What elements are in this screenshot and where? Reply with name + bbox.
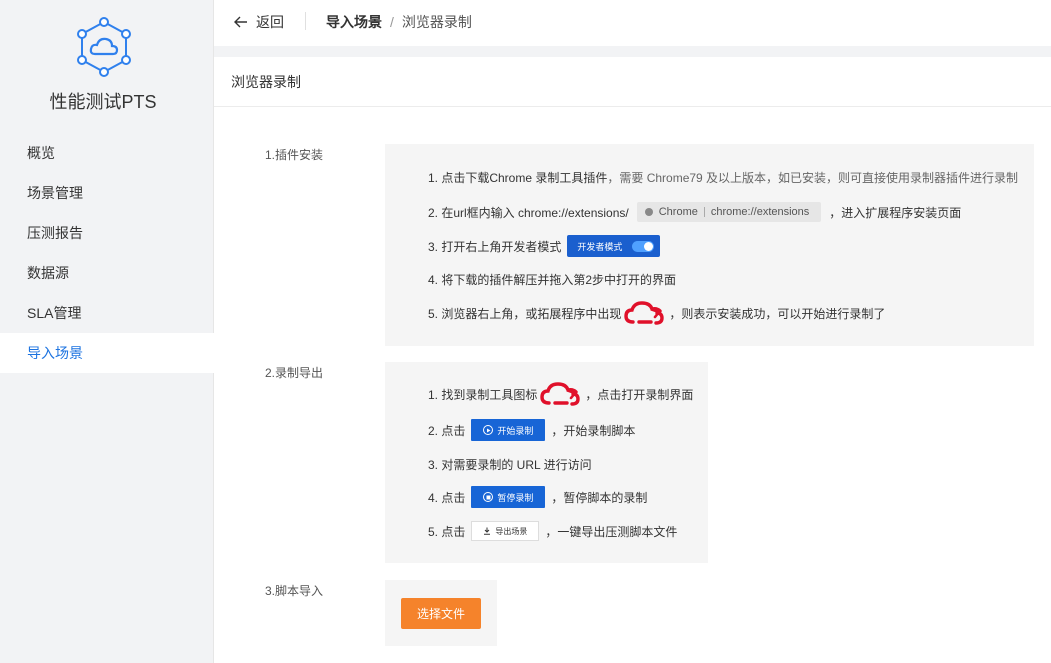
back-button[interactable]: 返回 [234, 12, 284, 32]
install-step-1: 1. 点击下载Chrome 录制工具插件 ，需要 Chrome79 及以上版本，… [428, 168, 1018, 186]
record-step-1: 1. 找到录制工具图标 ，点击打开录制界面 [428, 381, 693, 407]
chip-divider [703, 207, 705, 217]
chrome-icon [644, 208, 653, 216]
record-step-4: 4. 点击 暂停录制 ，暂停脚本的录制 [428, 485, 647, 509]
breadcrumb-import-scene[interactable]: 导入场景 [326, 12, 382, 32]
sidebar-item-import[interactable]: 导入场景 [0, 333, 214, 373]
install-step-2: 2. 在url框内输入 chrome://extensions/ Chrome … [428, 201, 961, 223]
record-step-5-suffix: ，一键导出压测脚本文件 [545, 524, 678, 539]
record-step-3: 3. 对需要录制的 URL 进行访问 [428, 457, 592, 472]
install-step-1-note: ，需要 Chrome79 及以上版本，如已安装，则可直接使用录制器插件进行录制 [607, 170, 1019, 185]
install-step-2-text: 2. 在url框内输入 chrome://extensions/ [428, 205, 629, 220]
back-label: 返回 [256, 14, 284, 30]
start-record-button-image: 开始录制 [471, 419, 546, 441]
record-step-1-suffix: ，点击打开录制界面 [585, 387, 694, 402]
record-step-2: 2. 点击 开始录制 ，开始录制脚本 [428, 418, 635, 442]
install-step-5-text: 5. 浏览器右上角，或拓展程序中出现 [428, 306, 622, 321]
install-step-2-suffix: ，进入扩展程序安装页面 [829, 205, 962, 220]
install-step-5: 5. 浏览器右上角，或拓展程序中出现 ，则表示安装成功，可以开始进行录制了 [428, 300, 885, 326]
dev-mode-label: 开发者模式 [577, 241, 623, 252]
download-icon [484, 527, 491, 535]
arrow-left-icon [234, 16, 247, 28]
sidebar: 性能测试PTS 概览 场景管理 压测报告 数据源 SLA管理 导入场景 [0, 0, 214, 663]
record-step-1-text: 1. 找到录制工具图标 [428, 387, 538, 402]
top-bar: 返回 导入场景 / 浏览器录制 [214, 0, 1051, 46]
install-step-3: 3. 打开右上角开发者模式 开发者模式 [428, 234, 661, 258]
choose-file-button[interactable]: 选择文件 [401, 598, 481, 629]
chip-right: chrome://extensions [710, 206, 810, 218]
page-title: 浏览器录制 [214, 57, 1051, 107]
cloud-record-icon [624, 301, 665, 325]
download-plugin-link[interactable]: 1. 点击下载Chrome 录制工具插件 [428, 169, 607, 186]
section-record-label: 2.录制导出 [265, 366, 324, 380]
divider [305, 12, 306, 30]
chip-left: Chrome [658, 206, 698, 218]
section-import-label: 3.脚本导入 [265, 584, 324, 598]
sidebar-nav: 概览 场景管理 压测报告 数据源 SLA管理 导入场景 [0, 133, 214, 373]
sidebar-item-overview[interactable]: 概览 [0, 133, 214, 173]
url-chip: Chrome chrome://extensions [636, 202, 822, 222]
pts-logo-icon [77, 17, 131, 77]
cloud-record-icon [540, 382, 581, 406]
record-step-5: 5. 点击 导出场景 ，一键导出压测脚本文件 [428, 520, 677, 542]
play-icon [483, 425, 494, 435]
sidebar-item-reports[interactable]: 压测报告 [0, 213, 214, 253]
pause-record-button-image: 暂停录制 [471, 486, 546, 508]
dev-mode-toggle-image: 开发者模式 [567, 235, 661, 257]
record-step-4-text: 4. 点击 [428, 490, 466, 505]
product-name: 性能测试PTS [49, 92, 157, 112]
toggle-switch-icon [632, 240, 655, 252]
record-step-4-suffix: ，暂停脚本的录制 [551, 490, 648, 505]
pause-record-label: 暂停录制 [497, 492, 534, 503]
record-step-2-text: 2. 点击 [428, 423, 466, 438]
sidebar-item-datasource[interactable]: 数据源 [0, 253, 214, 293]
stop-icon [483, 492, 494, 502]
export-scene-label: 导出场景 [495, 526, 528, 536]
breadcrumb: 导入场景 / 浏览器录制 [326, 12, 472, 32]
export-scene-button-image: 导出场景 [471, 521, 540, 541]
sidebar-item-sla[interactable]: SLA管理 [0, 293, 214, 333]
breadcrumb-browser-record: 浏览器录制 [401, 14, 472, 30]
install-step-5-suffix: ，则表示安装成功，可以开始进行录制了 [669, 306, 886, 321]
logo-area: 性能测试PTS [0, 0, 213, 126]
install-step-4: 4. 将下载的插件解压并拖入第2步中打开的界面 [428, 272, 677, 287]
start-record-label: 开始录制 [497, 425, 534, 436]
sidebar-item-scenes[interactable]: 场景管理 [0, 173, 214, 213]
record-step-5-text: 5. 点击 [428, 524, 466, 539]
record-step-2-suffix: ，开始录制脚本 [551, 423, 636, 438]
section-install-label: 1.插件安装 [265, 148, 324, 162]
breadcrumb-separator: / [390, 14, 394, 30]
install-step-3-text: 3. 打开右上角开发者模式 [428, 239, 562, 254]
